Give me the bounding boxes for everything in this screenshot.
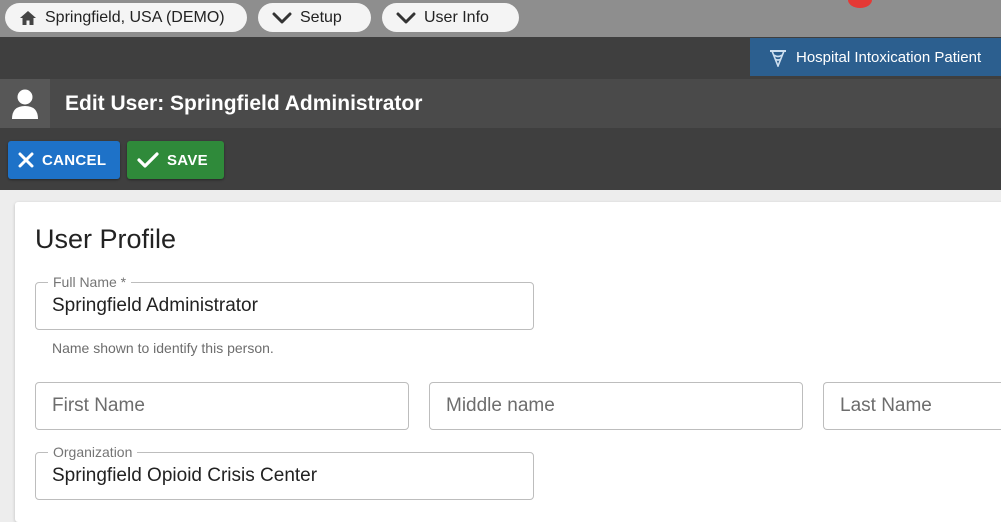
organization-field[interactable]: Organization Springfield Opioid Crisis C… <box>35 443 534 500</box>
breadcrumb-user-info[interactable]: User Info <box>382 3 519 32</box>
project-label: Hospital Intoxication Patient <box>796 48 982 66</box>
project-tag[interactable]: Hospital Intoxication Patient <box>750 38 1001 76</box>
last-name-field[interactable] <box>823 382 1001 430</box>
title-row: Edit User: Springfield Administrator <box>0 79 1001 128</box>
chevron-down-icon <box>272 11 292 25</box>
user-icon <box>0 79 50 128</box>
save-button[interactable]: SAVE <box>127 141 224 179</box>
first-name-field[interactable] <box>35 382 409 430</box>
caduceus-icon <box>768 47 788 67</box>
breadcrumb-label: User Info <box>424 8 489 26</box>
chevron-down-icon <box>396 11 416 25</box>
page-title: Edit User: Springfield Administrator <box>65 92 423 115</box>
first-name-input[interactable] <box>52 383 404 429</box>
full-name-helper: Name shown to identify this person. <box>52 340 274 356</box>
check-icon <box>137 151 159 169</box>
breadcrumb-label: Setup <box>300 8 342 26</box>
cancel-button[interactable]: CANCEL <box>8 141 120 179</box>
organization-value: Springfield Opioid Crisis Center <box>52 465 318 486</box>
full-name-field[interactable]: Full Name * Springfield Administrator <box>35 273 534 330</box>
breadcrumb-label: Springfield, USA (DEMO) <box>45 8 225 26</box>
middle-name-input[interactable] <box>446 383 798 429</box>
close-icon <box>18 152 34 168</box>
breadcrumb-organization[interactable]: Springfield, USA (DEMO) <box>5 3 247 32</box>
full-name-value: Springfield Administrator <box>52 295 258 316</box>
home-icon <box>19 10 37 26</box>
save-label: SAVE <box>167 151 208 169</box>
section-title: User Profile <box>35 224 177 254</box>
breadcrumb-setup[interactable]: Setup <box>258 3 371 32</box>
last-name-input[interactable] <box>840 383 997 429</box>
cancel-label: CANCEL <box>42 151 107 169</box>
middle-name-field[interactable] <box>429 382 803 430</box>
